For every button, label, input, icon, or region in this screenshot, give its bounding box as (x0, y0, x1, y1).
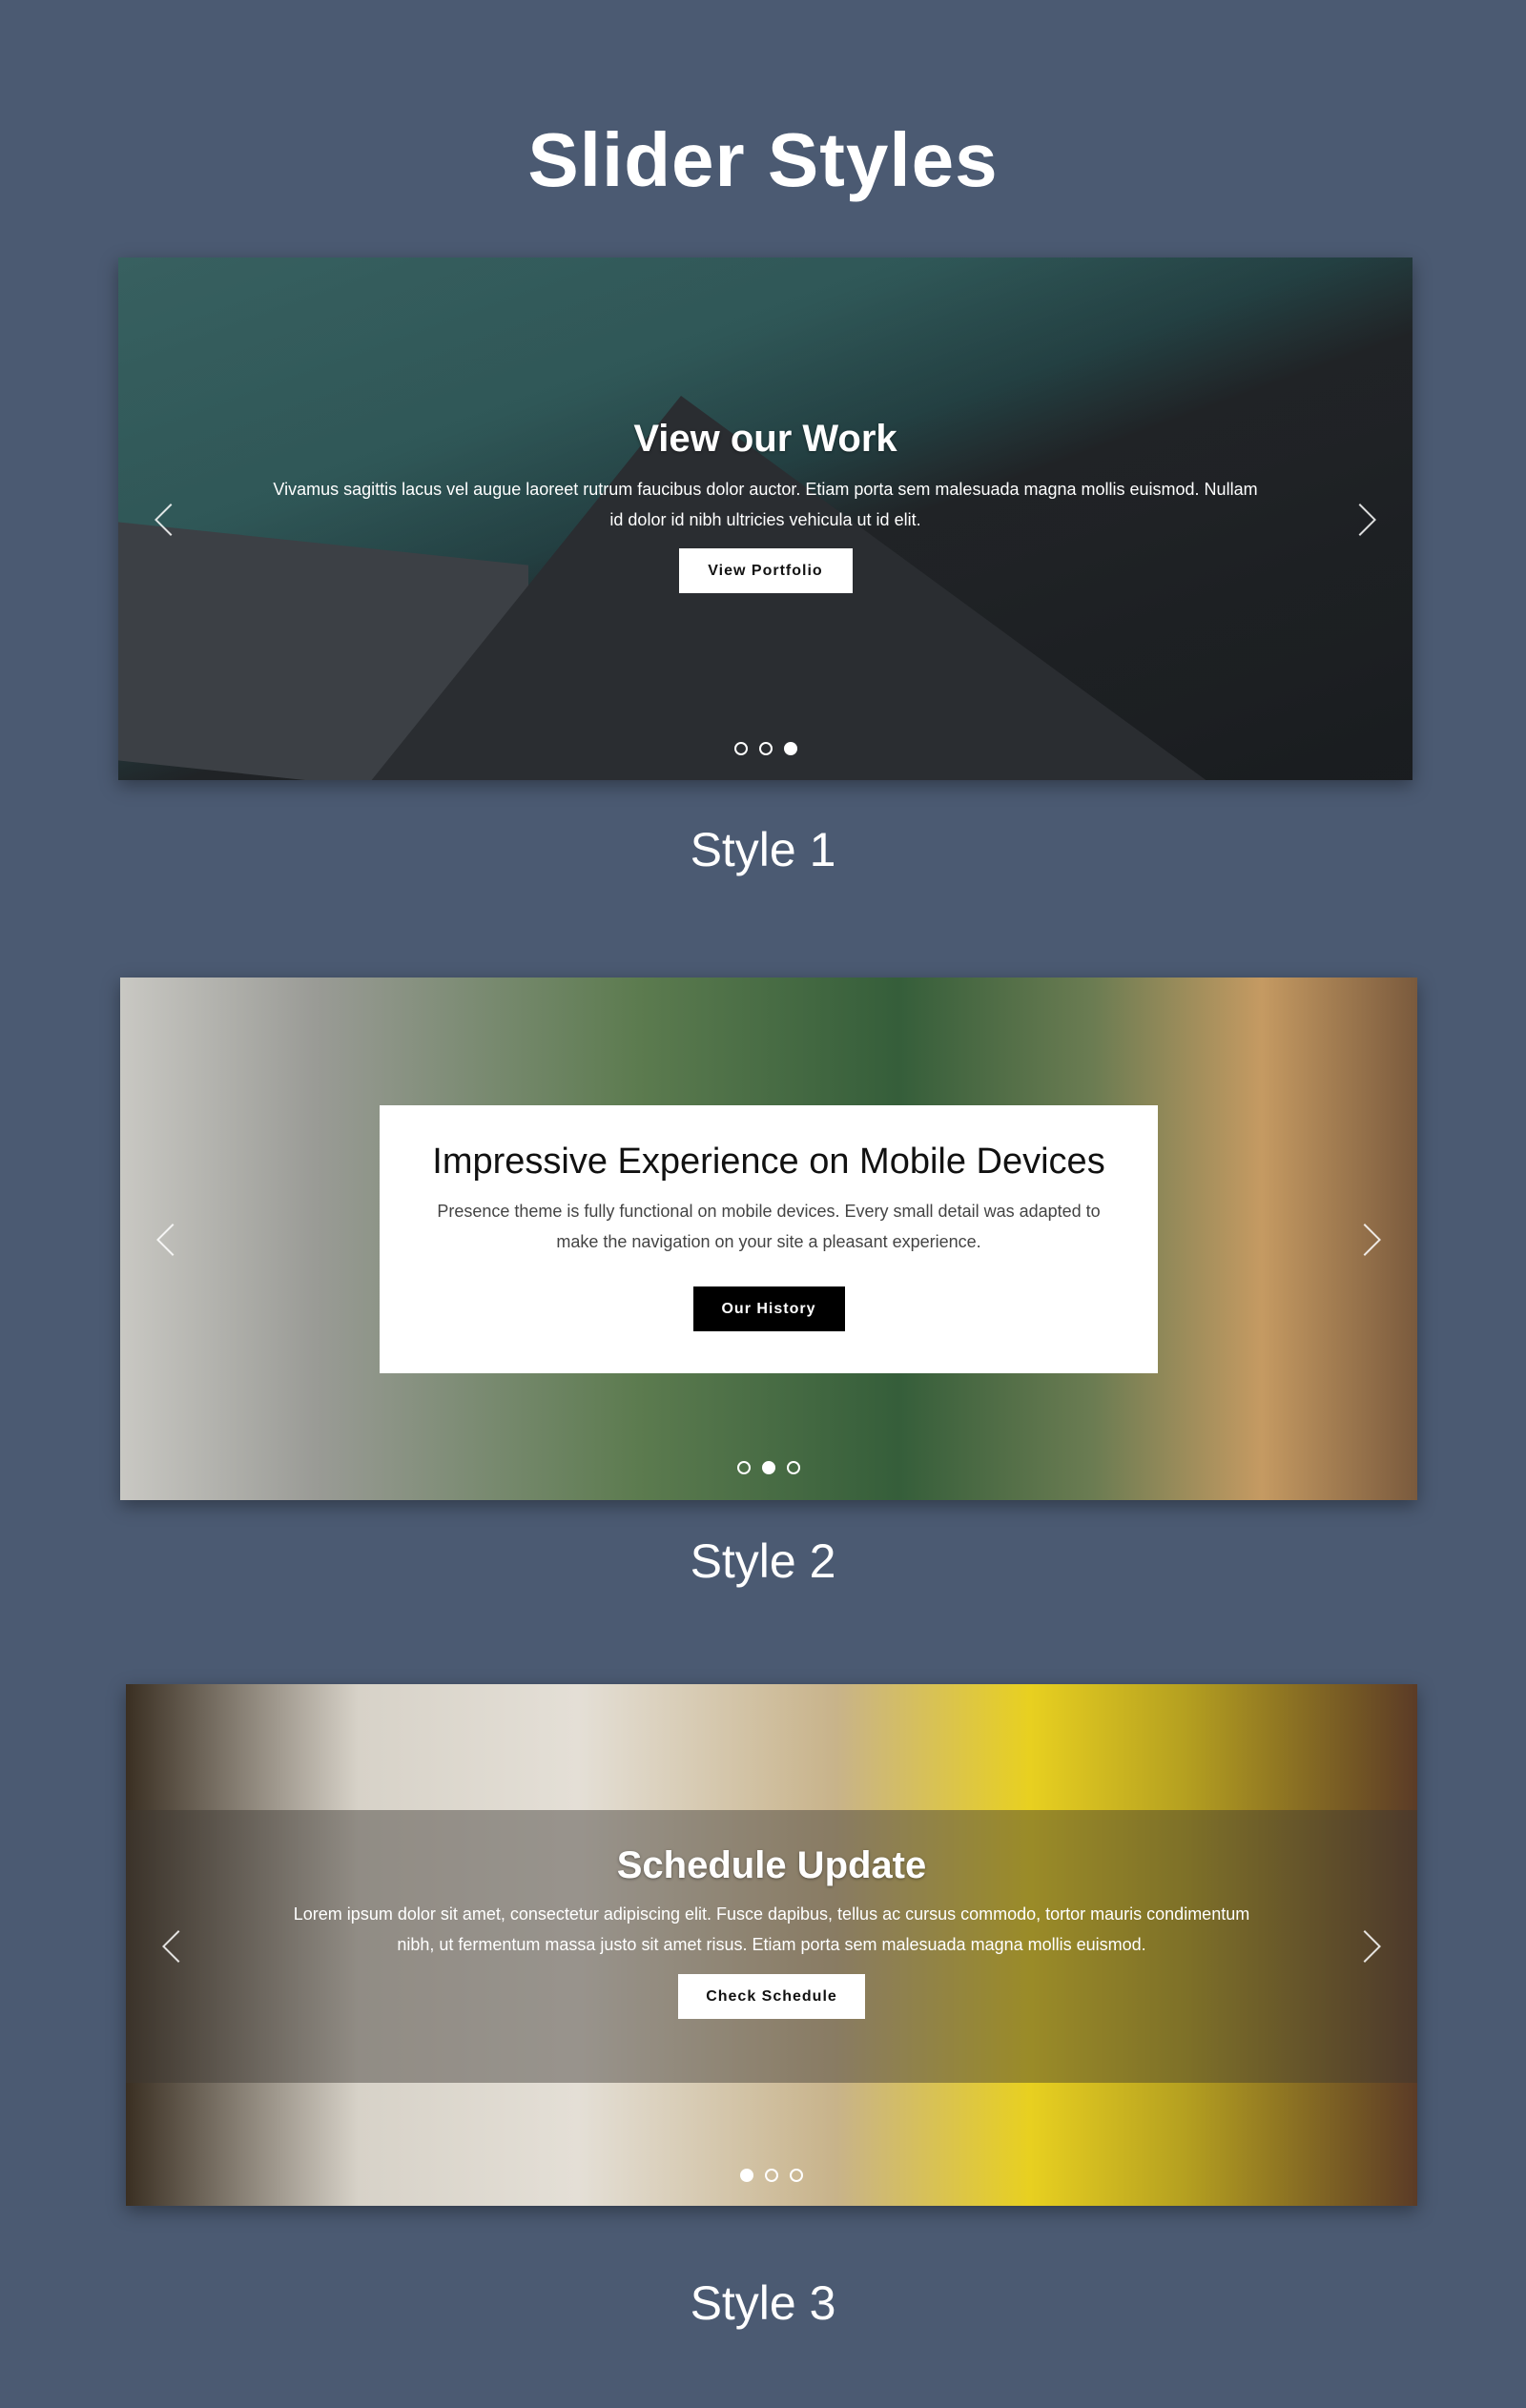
pagination-dot[interactable] (758, 742, 773, 755)
style-label: Style 1 (690, 823, 836, 876)
slider-pagination (126, 2169, 1417, 2182)
slider-pagination (118, 742, 1413, 755)
pagination-dot-active[interactable] (762, 1461, 775, 1474)
slider-style-2: Impressive Experience on Mobile Devices … (120, 978, 1417, 1500)
slide-title: Schedule Update (616, 1844, 927, 1886)
pagination-dot-active[interactable] (740, 2169, 753, 2182)
slide-text-line: Presence theme is fully functional on mo… (437, 1202, 1101, 1221)
slide-text-line: id dolor id nibh ultricies vehicula ut i… (609, 510, 921, 529)
style-label: Style 3 (690, 2276, 836, 2330)
check-schedule-button[interactable]: Check Schedule (678, 1974, 865, 2019)
slide-content-box: Impressive Experience on Mobile Devices … (380, 1105, 1158, 1373)
chevron-left-icon[interactable] (156, 1224, 189, 1256)
slide-text-line: Lorem ipsum dolor sit amet, consectetur … (293, 1904, 1250, 1924)
slide-text-line: nibh, ut fermentum massa justo sit amet … (397, 1935, 1146, 1954)
our-history-button[interactable]: Our History (692, 1286, 845, 1331)
style-label: Style 2 (690, 1534, 836, 1588)
pagination-dot[interactable] (737, 1461, 751, 1474)
slide-text: Vivamus sagittis lacus vel augue laoreet… (118, 474, 1413, 535)
pagination-dot[interactable] (765, 2169, 778, 2182)
view-portfolio-button[interactable]: View Portfolio (678, 548, 853, 593)
pagination-dot[interactable] (787, 1461, 800, 1474)
page-title: Slider Styles (527, 116, 999, 202)
slider-style-1: View our Work Vivamus sagittis lacus vel… (118, 257, 1413, 780)
slide-title: Impressive Experience on Mobile Devices (432, 1142, 1105, 1182)
slide-text: Lorem ipsum dolor sit amet, consectetur … (126, 1899, 1417, 1960)
slider-style-3: Schedule Update Lorem ipsum dolor sit am… (126, 1684, 1417, 2206)
slide-text: Presence theme is fully functional on mo… (380, 1196, 1158, 1257)
chevron-right-icon[interactable] (1349, 1224, 1381, 1256)
pagination-dot[interactable] (733, 742, 748, 755)
slide-title: View our Work (633, 418, 897, 460)
slide-text-line: Vivamus sagittis lacus vel augue laoreet… (273, 480, 1258, 499)
slide-text-line: make the navigation on your site a pleas… (556, 1232, 981, 1251)
pagination-dot[interactable] (790, 2169, 803, 2182)
slide-content: View our Work Vivamus sagittis lacus vel… (118, 418, 1413, 593)
pagination-dot-active[interactable] (783, 742, 797, 755)
slide-content: Schedule Update Lorem ipsum dolor sit am… (126, 1844, 1417, 2019)
slider-pagination (120, 1461, 1417, 1474)
